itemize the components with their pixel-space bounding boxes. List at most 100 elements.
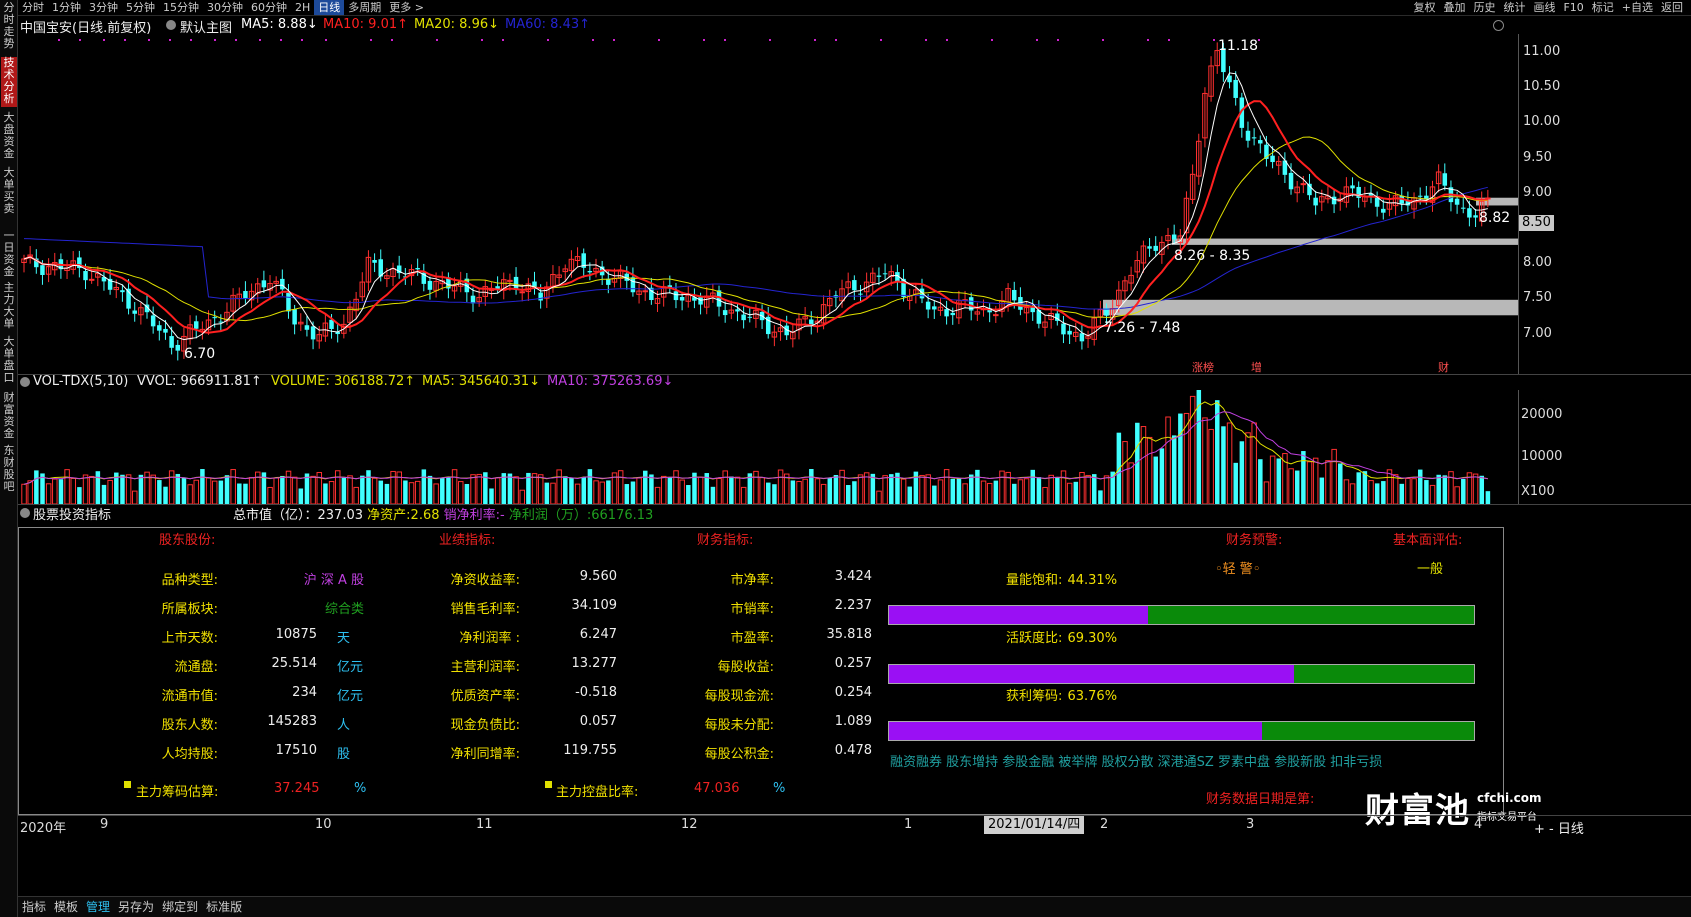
period-tab-5[interactable]: 30分钟: [203, 0, 247, 15]
bottom-item-4[interactable]: 绑定到: [158, 897, 202, 917]
tool-button-0[interactable]: 复权: [1409, 0, 1439, 15]
volume-bar: [1226, 422, 1233, 504]
chevron-down-icon[interactable]: [20, 508, 30, 518]
meter-rest: [1261, 722, 1474, 740]
candle: [747, 316, 753, 318]
divider: [18, 374, 1691, 375]
settings-icon[interactable]: [1493, 20, 1504, 31]
tool-button-3[interactable]: 统计: [1499, 0, 1529, 15]
volume-bar: [1454, 486, 1460, 504]
bottom-item-0[interactable]: 指标: [18, 897, 50, 917]
stat-label: 市销率:: [730, 602, 774, 617]
candle: [1300, 183, 1307, 186]
volume-bar: [1343, 479, 1350, 504]
candle: [427, 280, 433, 290]
signal-dot: [1102, 39, 1104, 41]
candle: [1171, 234, 1177, 240]
stat-unit: 人: [337, 718, 351, 733]
chevron-down-icon[interactable]: [166, 20, 176, 30]
candlestick-chart[interactable]: 11.18 6.70 8.82 8.26 - 8.35 7.26 - 7.48 涨榜 增 财: [18, 34, 1518, 374]
sidebar-item-5[interactable]: 主力大单: [1, 282, 17, 332]
sidebar-item-0[interactable]: 分时走势: [1, 2, 17, 52]
period-tab-3[interactable]: 5分钟: [122, 0, 159, 15]
bottom-item-2[interactable]: 管理: [82, 897, 114, 917]
tool-button-8[interactable]: 返回: [1657, 0, 1687, 15]
nav-label: 净资产:: [367, 508, 411, 523]
period-tab-4[interactable]: 15分钟: [159, 0, 203, 15]
volume-bar: [285, 470, 292, 504]
price-axis: 11.0010.5010.009.509.008.508.007.507.008…: [1518, 34, 1691, 374]
volume-bar: [58, 479, 64, 504]
meter-fill: [889, 722, 1262, 740]
signal-dot: [814, 39, 816, 41]
vol-label[interactable]: VOL-TDX(5,10): [33, 374, 128, 389]
signal-dot: [703, 39, 705, 41]
volume-bar: [1208, 428, 1214, 504]
bottom-item-5[interactable]: 标准版: [202, 897, 246, 917]
tool-button-7[interactable]: +自选: [1618, 0, 1657, 15]
sidebar-item-8[interactable]: 东财股吧: [1, 445, 17, 493]
candle: [1467, 208, 1472, 218]
stat-value: 1.089: [834, 714, 872, 729]
period-tab-2[interactable]: 3分钟: [85, 0, 122, 15]
section-warning: 财务预警:: [1226, 533, 1283, 548]
stat-value: 沪 深 A 股: [303, 573, 364, 588]
candle: [1258, 140, 1263, 144]
volume-bar: [1171, 435, 1177, 504]
volume-bar: [975, 469, 980, 504]
chevron-down-icon[interactable]: [20, 377, 30, 387]
indicator-panel-title[interactable]: 股票投资指标: [33, 504, 111, 523]
event-tag[interactable]: 涨榜: [1192, 360, 1214, 374]
volume-bar: [457, 481, 464, 504]
candle: [280, 278, 285, 290]
period-tab-7[interactable]: 2H: [291, 0, 314, 15]
volume-bar: [513, 476, 519, 504]
sidebar-item-1[interactable]: 技术分析: [1, 57, 17, 107]
volume-bar: [925, 474, 931, 504]
event-tag[interactable]: 财: [1438, 360, 1449, 374]
stat-value: 综合类: [324, 602, 364, 617]
volume-bar: [138, 474, 144, 504]
sidebar-item-4[interactable]: 一日资金: [1, 230, 17, 278]
volume-chart[interactable]: [18, 390, 1518, 504]
tool-button-5[interactable]: F10: [1559, 0, 1587, 15]
tool-button-2[interactable]: 历史: [1469, 0, 1499, 15]
period-tab-9[interactable]: 多周期: [344, 0, 385, 15]
tool-button-6[interactable]: 标记: [1588, 0, 1618, 15]
signal-dot: [391, 39, 393, 41]
volume-bar: [88, 475, 95, 504]
sidebar-item-3[interactable]: 大单买卖: [1, 167, 17, 217]
meter-label: 活跃度比: 69.30%: [1006, 631, 1118, 646]
bottom-item-1[interactable]: 模板: [50, 897, 82, 917]
volume-bar: [654, 486, 661, 504]
volume-bar: [599, 481, 605, 504]
period-tab-6[interactable]: 60分钟: [247, 0, 291, 15]
high-annotation: 11.18: [1218, 38, 1258, 54]
event-tag[interactable]: 增: [1251, 360, 1262, 374]
volume-bar: [1356, 472, 1361, 504]
signal-dot: [991, 39, 993, 41]
volume-bar: [796, 481, 802, 504]
signal-dot: [325, 39, 327, 41]
volume-bar: [1294, 470, 1300, 504]
meter-fill: [889, 665, 1295, 683]
stat-value: 0.478: [834, 743, 872, 758]
stat-value: 17510: [275, 743, 317, 758]
tool-button-1[interactable]: 叠加: [1439, 0, 1469, 15]
sidebar-item-6[interactable]: 大单盘口: [1, 336, 17, 384]
volume-bar: [403, 480, 408, 504]
bottom-item-3[interactable]: 另存为: [114, 897, 158, 917]
candle: [882, 273, 888, 275]
period-tab-1[interactable]: 1分钟: [48, 0, 85, 15]
period-tab-8[interactable]: 日线: [314, 0, 345, 15]
volume-bar: [1012, 483, 1017, 504]
zone-annotation: 7.26 - 7.48: [1104, 320, 1180, 336]
sidebar-item-2[interactable]: 大盘资金: [1, 112, 17, 162]
concept-tags[interactable]: 融资融券 股东增持 参股金融 被举牌 股权分散 深港通SZ 罗素中盘 参股新股 …: [890, 751, 1382, 770]
volume-bar: [1381, 481, 1386, 504]
period-tab-0[interactable]: 分时: [18, 0, 48, 15]
tool-button-4[interactable]: 画线: [1529, 0, 1559, 15]
stat-label: 所属板块:: [161, 602, 218, 617]
period-tab-10[interactable]: 更多 >: [385, 0, 428, 15]
sidebar-item-7[interactable]: 财富资金: [1, 392, 17, 440]
